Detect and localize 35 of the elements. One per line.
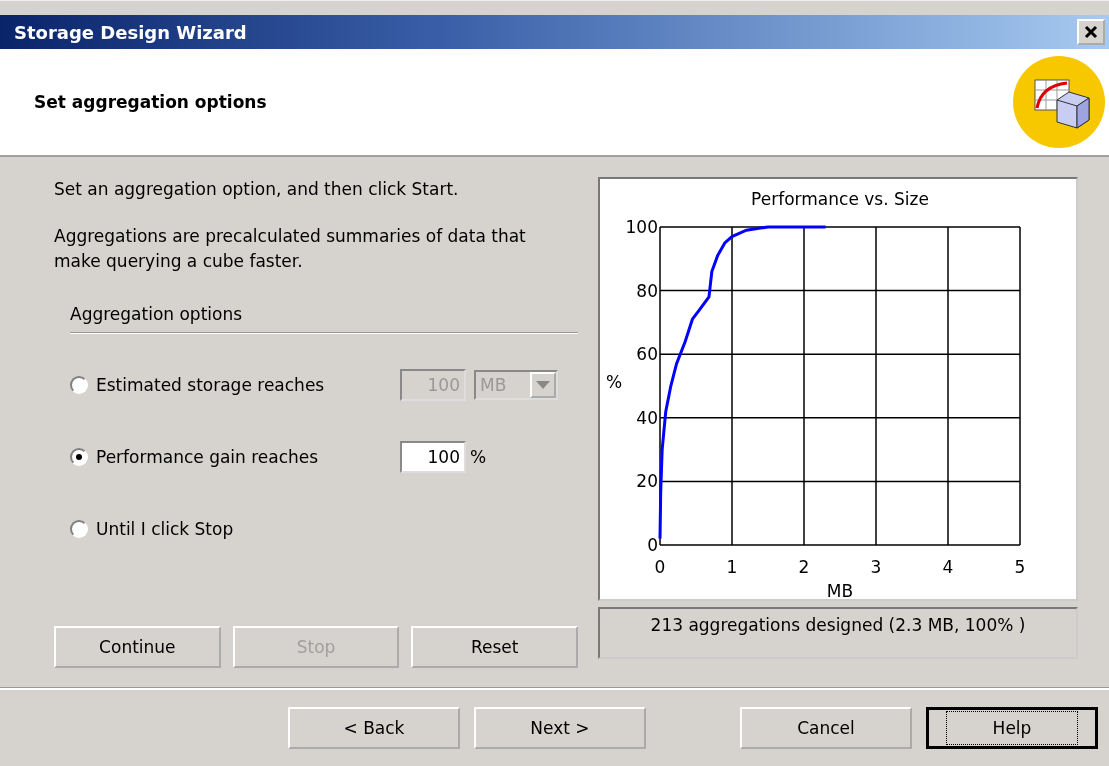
chart-cube-icon (1013, 56, 1105, 148)
y-tick-label: 60 (636, 344, 658, 365)
action-button[interactable]: Continue (54, 626, 221, 668)
wizard-button[interactable]: Help (926, 707, 1098, 749)
percent-label: % (470, 447, 487, 467)
page-title: Set aggregation options (34, 92, 267, 112)
group-title: Aggregation options (70, 304, 244, 326)
dropdown-arrow-icon (536, 381, 550, 389)
chart-title: Performance vs. Size (751, 189, 929, 209)
x-tick-label: 5 (1014, 557, 1026, 577)
y-tick-label: 20 (636, 471, 658, 492)
wizard-button[interactable]: < Back (288, 707, 460, 749)
wizard-button[interactable]: Next > (474, 707, 646, 749)
y-tick-label: 0 (647, 535, 658, 555)
x-tick-label: 0 (654, 557, 666, 577)
x-tick-label: 3 (870, 557, 882, 577)
wizard-button[interactable]: Cancel (740, 707, 912, 749)
action-button[interactable]: Reset (411, 626, 578, 668)
y-axis-label: % (606, 372, 623, 392)
x-tick-label: 1 (726, 557, 738, 577)
x-tick-label: 2 (798, 557, 810, 577)
close-icon (1083, 24, 1099, 40)
percent-field[interactable]: 100 (400, 441, 466, 473)
instruction-text: Aggregations are precalculated summaries of data that make querying a cube faster. (54, 225, 527, 273)
radio-option[interactable]: Performance gain reaches (70, 447, 400, 467)
y-tick-label: 40 (636, 407, 658, 428)
instruction-text: Set an aggregation option, and then click Start. (54, 178, 460, 201)
x-tick-label: 4 (942, 557, 954, 577)
y-tick-label: 100 (625, 217, 658, 237)
window-title: Storage Design Wizard (14, 21, 247, 43)
radio-option[interactable]: Until I click Stop (70, 519, 400, 539)
close-button[interactable] (1077, 19, 1105, 45)
x-axis-label: MB (826, 581, 854, 597)
y-tick-label: 80 (636, 280, 658, 301)
status-text: 213 aggregations designed (2.3 MB, 100% ) (650, 615, 1026, 635)
